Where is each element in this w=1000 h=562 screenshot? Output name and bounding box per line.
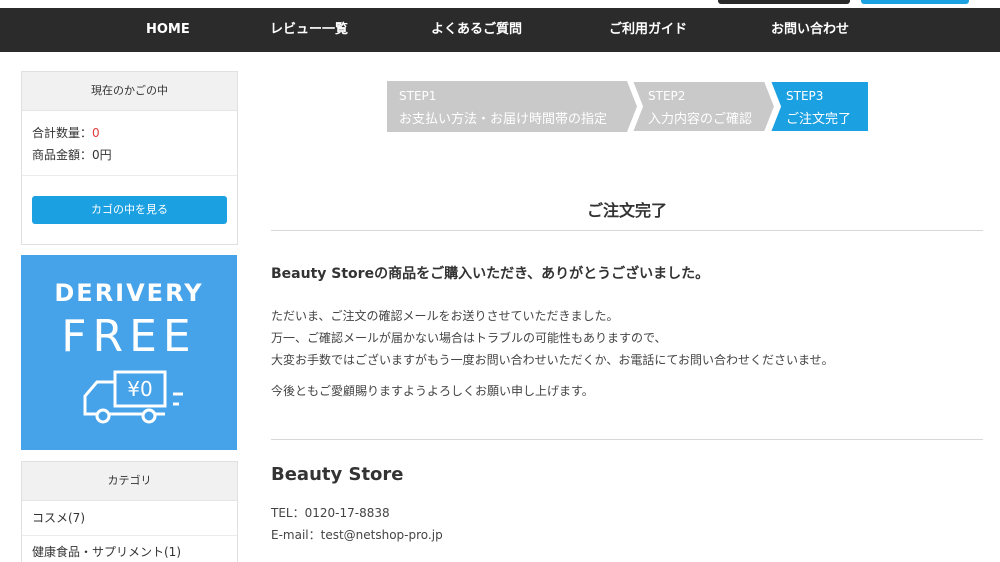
- top-strip: [0, 0, 1000, 8]
- nav-guide[interactable]: ご利用ガイド: [609, 8, 687, 52]
- cart-amount-label: 商品金額：: [32, 148, 93, 162]
- store-email: E-mail：test@netshop-pro.jp: [271, 528, 443, 542]
- nav-contact[interactable]: お問い合わせ: [771, 8, 849, 52]
- thanks-message: Beauty Storeの商品をご購入いただき、ありがとうございました。: [271, 266, 710, 282]
- category-title: カテゴリ: [22, 462, 237, 501]
- step-3: STEP3 ご注文完了: [774, 81, 868, 132]
- paragraph-line-2: 万一、ご確認メールが届かない場合はトラブルの可能性もありますので、: [271, 331, 667, 345]
- step-3-num: STEP3: [786, 89, 824, 103]
- nav-reviews[interactable]: レビュー一覧: [270, 8, 348, 52]
- step-3-label: ご注文完了: [786, 112, 852, 127]
- category-divider: [22, 535, 237, 536]
- step-2-label: 入力内容のご確認: [648, 112, 753, 127]
- banner-line1: DERIVERY: [54, 279, 204, 307]
- cart-box: 現在のかごの中 合計数量：0 商品金額：0円 カゴの中を見る: [21, 71, 238, 245]
- truck-price-label: ¥0: [127, 377, 152, 401]
- truck-icon: ¥0: [83, 370, 183, 424]
- step-1-num: STEP1: [399, 89, 437, 103]
- nav-home[interactable]: HOME: [146, 8, 190, 52]
- top-dark-button[interactable]: [718, 0, 850, 4]
- paragraph-line-3: 大変お手数ではございますがもう一度お問い合わせいただくか、お電話にてお問い合わせ…: [271, 353, 834, 367]
- paragraph-line-1: ただいま、ご注文の確認メールをお送りさせていただきました。: [271, 309, 619, 323]
- cart-divider: [22, 175, 237, 176]
- category-item-cosme[interactable]: コスメ(7): [32, 509, 85, 526]
- banner-line2: FREE: [61, 311, 197, 362]
- store-tel: TEL：0120-17-8838: [271, 506, 390, 520]
- cart-amount: 商品金額：0円: [32, 146, 112, 163]
- step-1: STEP1 お支払い方法・お届け時間帯の指定: [387, 81, 627, 132]
- free-delivery-banner[interactable]: DERIVERY FREE ¥0: [21, 255, 237, 450]
- step-2: STEP2 入力内容のご確認: [636, 81, 766, 132]
- cart-amount-value: 0円: [92, 148, 112, 162]
- cart-title: 現在のかごの中: [22, 72, 237, 111]
- title-divider: [271, 230, 983, 231]
- step-1-label: お支払い方法・お届け時間帯の指定: [399, 112, 608, 127]
- cart-qty: 合計数量：0: [32, 124, 100, 141]
- top-blue-button[interactable]: [861, 0, 969, 4]
- nav-faq[interactable]: よくあるご質問: [431, 8, 522, 52]
- page-title: ご注文完了: [586, 201, 667, 220]
- global-nav: HOME レビュー一覧 よくあるご質問 ご利用ガイド お問い合わせ: [0, 8, 1000, 52]
- cart-qty-label: 合計数量：: [32, 126, 93, 140]
- step-2-num: STEP2: [648, 89, 686, 103]
- store-divider: [271, 439, 983, 440]
- view-cart-button[interactable]: カゴの中を見る: [32, 196, 227, 224]
- category-box: カテゴリ コスメ(7) 健康食品・サプリメント(1): [21, 461, 238, 562]
- store-name: Beauty Store: [271, 464, 404, 485]
- cart-qty-value: 0: [92, 126, 100, 140]
- category-item-supplement[interactable]: 健康食品・サプリメント(1): [32, 543, 181, 560]
- closing-message: 今後ともご愛顧賜りますようよろしくお願い申し上げます。: [271, 384, 594, 398]
